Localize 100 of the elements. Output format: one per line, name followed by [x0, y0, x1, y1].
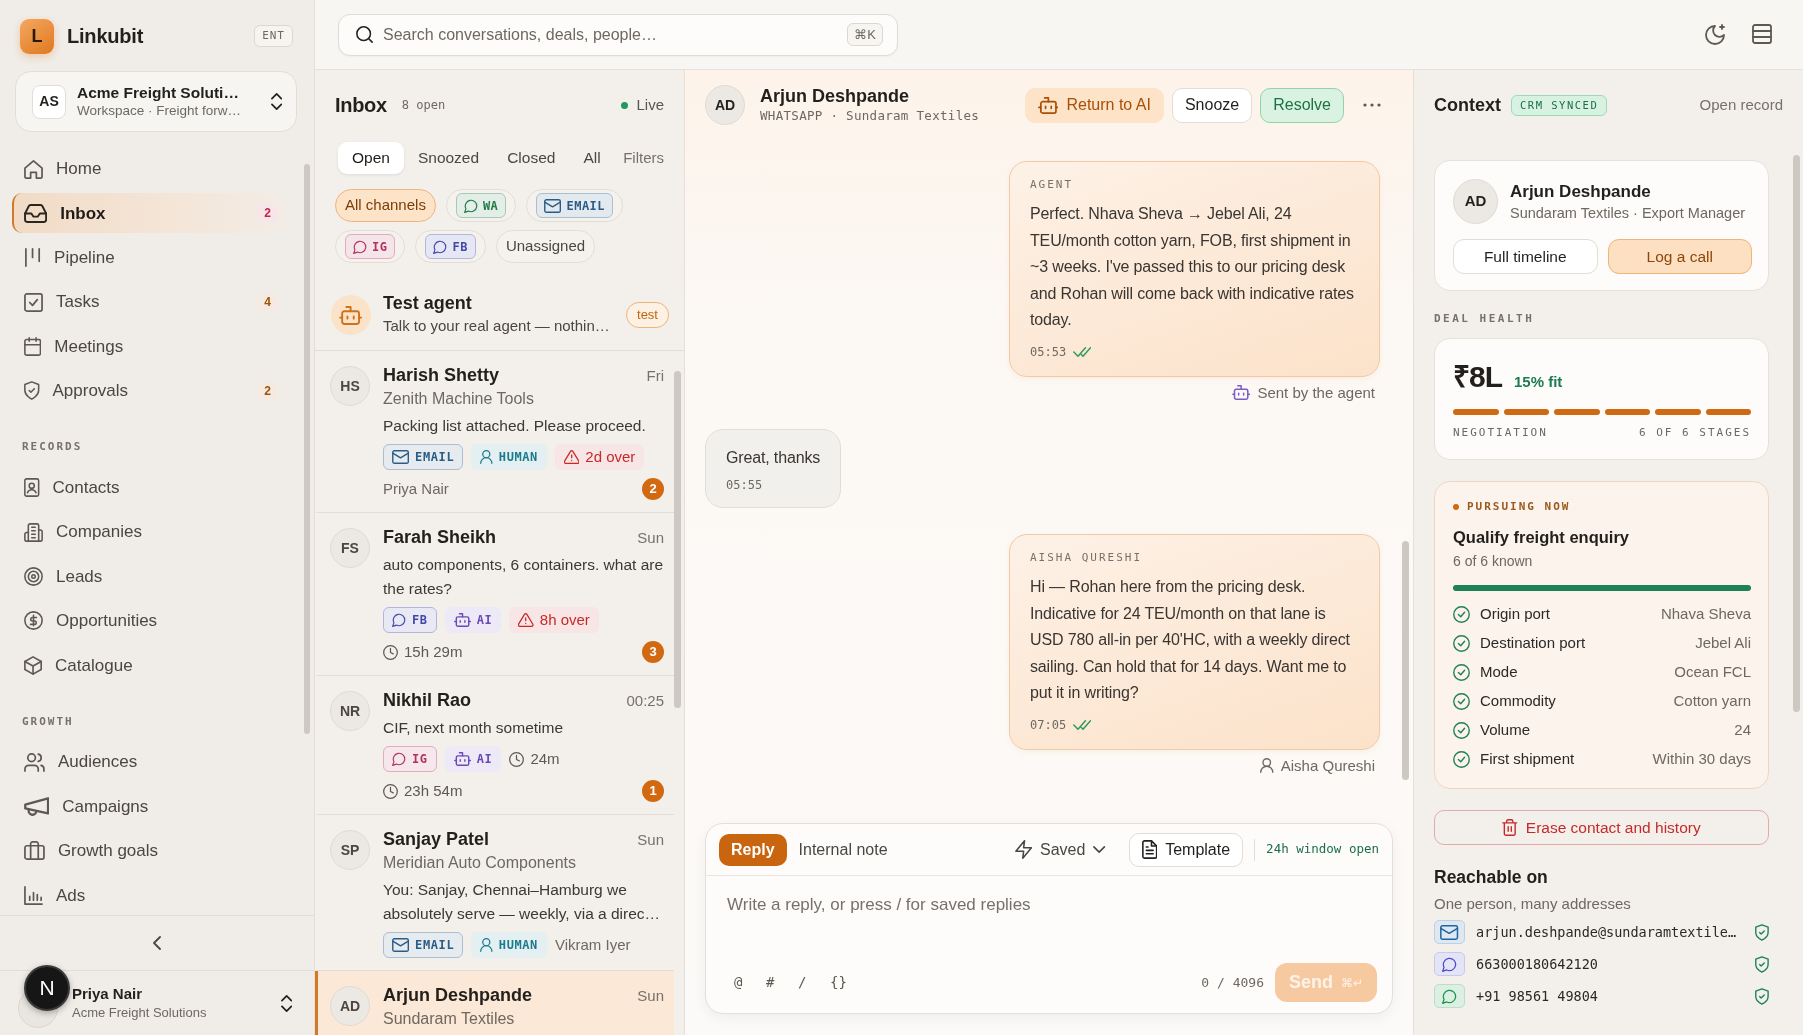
nav-item[interactable]: Tasks: [12, 282, 250, 323]
scrollbar-thumb[interactable]: [674, 371, 681, 708]
inbox-tray-icon: [24, 203, 48, 223]
composer-tool-button[interactable]: {}: [830, 972, 862, 993]
channel-filter[interactable]: Unassigned: [495, 230, 596, 263]
channel-label: FB: [412, 612, 428, 629]
briefcase-icon: [24, 841, 45, 861]
stage-name: NEGOTIATION: [1453, 426, 1548, 440]
composer-tool-button[interactable]: /: [798, 972, 830, 993]
mail-icon: [544, 198, 562, 213]
clock-icon: [383, 783, 398, 799]
lightning-icon: [1014, 840, 1032, 859]
composer-tool-button[interactable]: #: [766, 972, 798, 993]
search-field[interactable]: Search conversations, deals, people… ⌘K: [338, 13, 898, 56]
nav-item[interactable]: Contacts: [12, 467, 289, 508]
nav-item[interactable]: Approvals: [12, 370, 250, 411]
message-text: Hi — Rohan here from the pricing desk. Indicative for 24 TEU/month on that lane is USD 780 all-in per 40'HC, with a weekly direct sailing. Can hold that for 14 days. Want me to put it in writing?: [1030, 577, 1351, 703]
nav-item[interactable]: Pipeline: [12, 237, 289, 278]
home-icon: [24, 159, 43, 179]
field-label: Origin port: [1480, 604, 1551, 625]
avatar: AD: [705, 85, 745, 125]
ellipsis-icon[interactable]: [1363, 103, 1381, 107]
chevron-updown-icon[interactable]: [280, 994, 292, 1012]
nav-item[interactable]: Audiences: [12, 742, 289, 783]
open-record-link[interactable]: Open record: [1699, 93, 1783, 117]
overdue-label: 8h over: [539, 609, 590, 630]
shield-check-icon: [24, 381, 40, 401]
test-badge: test: [626, 302, 669, 328]
scrollbar-thumb[interactable]: [1793, 155, 1800, 712]
contact-action-button[interactable]: Full timeline: [1453, 239, 1598, 274]
dev-tools-button[interactable]: N: [24, 965, 70, 1011]
filters-link[interactable]: Filters: [623, 146, 664, 170]
message-time: Fri: [646, 366, 664, 386]
nav-item[interactable]: Opportunities: [12, 600, 289, 641]
template-button[interactable]: Template: [1128, 832, 1244, 867]
nav-item[interactable]: Home: [12, 149, 289, 189]
nav-item[interactable]: Growth goals: [12, 830, 289, 871]
message-time: 05:53: [1030, 343, 1067, 360]
scrollbar-thumb[interactable]: [304, 164, 310, 734]
nav-item[interactable]: Companies: [12, 512, 289, 553]
contact-name: Nikhil Rao: [383, 689, 471, 711]
character-count: 0 / 4096: [1201, 973, 1264, 992]
saved-replies-dropdown[interactable]: Saved: [1014, 837, 1106, 862]
robot-icon: [331, 295, 371, 335]
contact-card-icon: [24, 478, 40, 498]
filter-tab[interactable]: Snoozed: [403, 142, 494, 174]
chat-bubble-icon: [353, 239, 367, 254]
action-button[interactable]: Snooze: [1171, 87, 1253, 123]
section-heading: RECORDS: [22, 439, 83, 456]
contact-action-button[interactable]: Log a call: [1607, 239, 1752, 274]
action-button[interactable]: Return to AI: [1024, 87, 1164, 123]
channel-filter[interactable]: All channels: [335, 189, 436, 222]
fit-score: 15% fit: [1514, 372, 1563, 392]
company-name: Zenith Machine Tools: [383, 389, 535, 409]
dollar-coin-icon: [24, 611, 43, 631]
channel-label: EMAIL: [415, 449, 455, 466]
avatar: AD: [1453, 179, 1498, 224]
message-time: Sun: [637, 830, 664, 850]
rows-panel-icon[interactable]: [1752, 24, 1772, 44]
filter-tab[interactable]: Closed: [493, 142, 570, 174]
scrollbar-thumb[interactable]: [1402, 541, 1409, 780]
composer-mode-tab[interactable]: Internal note: [786, 833, 900, 866]
workspace-switcher[interactable]: AS Acme Freight Soluti… Workspace · Freight forw…: [15, 71, 297, 132]
composer-tool-button[interactable]: @: [734, 972, 766, 993]
clock-icon: [383, 644, 398, 660]
contact-name: Arjun Deshpande: [760, 85, 911, 107]
message-text: Great, thanks: [726, 447, 821, 468]
action-button[interactable]: Resolve: [1260, 87, 1344, 123]
chat-bubble-icon: [463, 198, 478, 213]
contact-name: Sanjay Patel: [383, 828, 490, 850]
channel-filter[interactable]: EMAIL: [526, 189, 624, 222]
robot-icon: [453, 752, 471, 766]
message-preview: auto components, 6 containers. what are the rates?: [383, 555, 664, 599]
avatar: SP: [330, 830, 370, 870]
channel-filter[interactable]: WA: [445, 189, 517, 222]
field-value: Jebel Ali: [1695, 633, 1751, 654]
conversation-row[interactable]: AD Arjun Deshpande Sun Sundaram Textiles: [315, 971, 674, 1035]
channel-label: EMAIL: [415, 937, 455, 954]
nav-item[interactable]: Meetings: [12, 326, 289, 367]
filter-tab[interactable]: All: [569, 142, 615, 174]
company-name: Sundaram Textiles: [383, 1009, 516, 1029]
filter-tab[interactable]: Open: [338, 142, 404, 174]
goal-progress-text: 6 of 6 known: [1453, 552, 1534, 571]
moon-icon[interactable]: [1705, 24, 1726, 45]
nav-item[interactable]: Ads: [12, 875, 289, 915]
section-heading: GROWTH: [22, 713, 74, 730]
pane-title: Inbox: [335, 93, 387, 118]
nav-item[interactable]: Leads: [12, 556, 289, 597]
composer-mode-tab[interactable]: Reply: [719, 833, 787, 866]
nav-item[interactable]: Catalogue: [12, 645, 289, 686]
channel-filter[interactable]: FB: [415, 230, 486, 263]
sender-attribution: Aisha Qureshi: [1280, 755, 1375, 776]
channel-filter[interactable]: IG: [335, 230, 406, 263]
nav-item[interactable]: Campaigns: [12, 786, 289, 827]
erase-button[interactable]: Erase contact and history: [1434, 810, 1769, 845]
building-icon: [24, 522, 43, 542]
reply-field[interactable]: Write a reply, or press / for saved replies: [706, 876, 1392, 958]
chevron-left-icon[interactable]: [153, 936, 161, 950]
search-input[interactable]: Search conversations, deals, people…: [383, 22, 838, 47]
mail-icon: [392, 450, 410, 464]
